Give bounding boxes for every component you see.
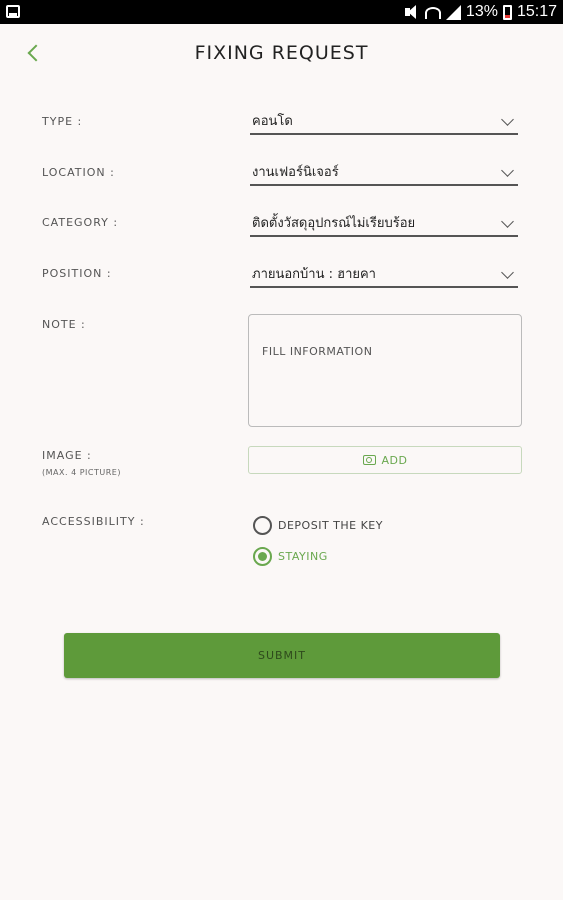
radio-label: DEPOSIT THE KEY: [278, 519, 383, 532]
position-select[interactable]: ภายนอกบ้าน : ฮายคา: [250, 266, 518, 288]
category-select[interactable]: ติดตั้งวัสดุอุปกรณ์ไม่เรียบร้อย: [250, 215, 518, 237]
type-value: คอนโด: [252, 114, 293, 129]
radio-deposit-key[interactable]: DEPOSIT THE KEY: [253, 516, 383, 535]
header: FIXING REQUEST: [0, 24, 563, 82]
battery-percent: 13%: [465, 3, 498, 20]
add-image-button[interactable]: ADD: [248, 446, 522, 474]
clock: 15:17: [516, 3, 557, 20]
wifi-icon: [424, 7, 441, 19]
radio-circle: [253, 547, 272, 566]
radio-label: STAYING: [278, 550, 328, 563]
camera-icon: [362, 455, 376, 465]
category-label: CATEGORY :: [42, 216, 119, 229]
battery-icon: [502, 4, 512, 20]
radio-circle: [253, 516, 272, 535]
accessibility-label: ACCESSIBILITY :: [42, 515, 145, 528]
page-title: FIXING REQUEST: [194, 42, 369, 64]
chevron-down-icon: [501, 164, 514, 177]
note-field[interactable]: [248, 314, 522, 427]
chevron-down-icon: [501, 266, 514, 279]
type-select[interactable]: คอนโด: [250, 113, 518, 135]
location-value: งานเฟอร์นิเจอร์: [252, 165, 339, 180]
mute-icon: [404, 4, 420, 20]
position-value: ภายนอกบ้าน : ฮายคา: [252, 267, 376, 282]
add-image-label: ADD: [381, 453, 408, 467]
location-label: LOCATION :: [42, 166, 115, 179]
position-label: POSITION :: [42, 267, 112, 280]
note-label: NOTE :: [42, 318, 86, 331]
location-select[interactable]: งานเฟอร์นิเจอร์: [250, 164, 518, 186]
chevron-down-icon: [501, 215, 514, 228]
type-label: TYPE :: [42, 115, 83, 128]
category-value: ติดตั้งวัสดุอุปกรณ์ไม่เรียบร้อย: [252, 216, 416, 231]
image-label: IMAGE :: [42, 449, 92, 462]
submit-button[interactable]: SUBMIT: [64, 633, 500, 678]
radio-staying[interactable]: STAYING: [253, 547, 328, 566]
chevron-down-icon: [501, 113, 514, 126]
signal-icon: [445, 4, 461, 20]
status-bar: 13% 15:17: [0, 0, 563, 24]
image-sublabel: (MAX. 4 PICTURE): [42, 468, 121, 477]
status-icons: 13% 15:17: [404, 0, 557, 24]
notification-icon: [6, 5, 20, 18]
